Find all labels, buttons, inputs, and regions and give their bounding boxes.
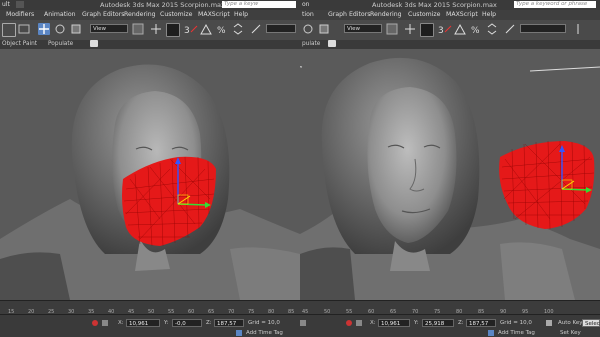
ribbon-toggle-icon[interactable] [90,40,98,47]
edit-named-selection-icon[interactable] [504,23,516,35]
edit-named-selection-icon[interactable] [250,23,262,35]
left-window: ult Autodesk 3ds Max 2015 Scorpion.max T… [0,0,300,337]
named-selection-dropdown[interactable] [266,24,296,33]
auto-key-button[interactable]: Auto Key [558,320,583,326]
mirror-icon[interactable] [572,23,584,35]
select-by-name-icon[interactable] [18,23,30,35]
menu-help[interactable]: Help [234,11,248,18]
lock-selection-icon[interactable] [346,320,352,326]
grid-value: Grid = 10,0 [500,320,532,326]
y-label: Y: [414,320,419,326]
workspace-label: on [302,1,310,8]
snap-3d-icon[interactable]: 3 [184,23,198,36]
key-filter-dropdown[interactable]: Selecte [582,319,600,327]
quick-access-icon[interactable] [16,1,24,8]
select-manipulate-icon[interactable] [150,23,162,35]
menu-graph-editors[interactable]: Graph Editors [82,11,124,18]
pivot-center-icon[interactable] [386,23,398,35]
viewport[interactable] [300,49,600,300]
y-label: Y: [164,320,169,326]
menu-graph-editors[interactable]: Graph Editors [328,11,370,18]
spinner-snap-icon[interactable] [486,23,498,35]
main-toolbar: View 3 % [300,20,600,41]
x-label: X: [118,320,124,326]
percent-snap-icon[interactable]: % [470,23,482,36]
menu-help[interactable]: Help [482,11,496,18]
menu-rendering[interactable]: Rendering [124,11,156,18]
named-selection-dropdown[interactable] [520,24,566,33]
right-window: on Autodesk 3ds Max 2015 Scorpion.max Ty… [300,0,600,337]
spinner-snap-icon[interactable] [232,23,244,35]
x-coordinate-field[interactable]: 10,961 [378,319,410,327]
rotate-icon[interactable] [54,23,66,35]
percent-snap-icon[interactable]: % [216,23,228,36]
status-bar: X: 10,961 Y: -0,0 Z: 187,57 Grid = 10,0 … [0,314,300,337]
snap-3d-icon[interactable]: 3 [438,23,452,36]
select-manipulate-icon[interactable] [404,23,416,35]
timeline[interactable]: 45 50 55 60 65 70 75 80 85 90 95 100 [300,300,600,315]
relative-mode-icon[interactable] [356,320,362,326]
y-coordinate-field[interactable]: -0,0 [172,319,202,327]
menu-customize[interactable]: Customize [160,11,192,18]
set-key-button[interactable]: Set Key [560,330,581,336]
rotate-icon[interactable] [302,23,314,35]
menu-maxscript[interactable]: MAXScript [198,11,230,18]
x-coordinate-field[interactable]: 10,961 [126,319,160,327]
scale-icon[interactable] [318,23,330,35]
svg-text:3: 3 [438,26,444,35]
status-bar: X: 10,961 Y: 25,918 Z: 187,57 Grid = 10,… [300,314,600,337]
svg-text:%: % [471,26,480,35]
z-coordinate-field[interactable]: 187,57 [214,319,244,327]
z-label: Z: [458,320,464,326]
add-time-tag-button[interactable]: Add Time Tag [246,330,283,336]
populate-tab[interactable]: pulate [302,41,320,47]
object-paint-tab[interactable]: Object Paint [2,41,37,47]
svg-text:3: 3 [184,26,190,35]
menu-animation[interactable]: Animation [44,11,76,18]
set-key-icon[interactable] [546,320,552,326]
menu-rendering[interactable]: Rendering [370,11,402,18]
menu-animation[interactable]: tion [302,11,314,18]
search-input[interactable]: Type a keyw [222,1,296,8]
relative-mode-icon[interactable] [102,320,108,326]
y-coordinate-field[interactable]: 25,918 [422,319,454,327]
time-tag-icon[interactable] [236,330,242,336]
reference-coordinate-dropdown[interactable]: View [90,24,128,33]
ribbon-toggle-icon[interactable] [328,40,336,47]
menu-maxscript[interactable]: MAXScript [446,11,478,18]
viewport[interactable] [0,49,300,300]
reference-coordinate-dropdown[interactable]: View [344,24,382,33]
window-title: Autodesk 3ds Max 2015 Scorpion.max [100,1,225,9]
svg-text:%: % [217,26,226,35]
menu-modifiers[interactable]: Modifiers [6,11,34,18]
scale-icon[interactable] [70,23,82,35]
add-time-tag-button[interactable]: Add Time Tag [498,330,535,336]
keyboard-shortcut-icon[interactable] [166,23,180,37]
search-input[interactable]: Type a keyword or phrase [514,1,596,8]
workspace-label: ult [2,1,10,8]
x-label: X: [370,320,376,326]
z-coordinate-field[interactable]: 187,57 [466,319,496,327]
time-tag-icon[interactable] [488,330,494,336]
angle-snap-icon[interactable] [200,23,212,35]
move-icon[interactable] [38,23,50,35]
pivot-center-icon[interactable] [132,23,144,35]
populate-tab[interactable]: Populate [48,41,73,47]
menu-customize[interactable]: Customize [408,11,440,18]
keyboard-shortcut-icon[interactable] [420,23,434,37]
timeline[interactable]: 15 20 25 30 35 40 45 50 55 60 65 70 75 8… [0,300,300,315]
grid-value: Grid = 10,0 [248,320,280,326]
z-label: Z: [206,320,212,326]
main-toolbar: View 3 % [0,20,300,41]
key-mode-icon[interactable] [300,320,306,326]
window-title: Autodesk 3ds Max 2015 Scorpion.max [372,1,497,9]
select-region-icon[interactable] [2,23,16,37]
lock-selection-icon[interactable] [92,320,98,326]
angle-snap-icon[interactable] [454,23,466,35]
